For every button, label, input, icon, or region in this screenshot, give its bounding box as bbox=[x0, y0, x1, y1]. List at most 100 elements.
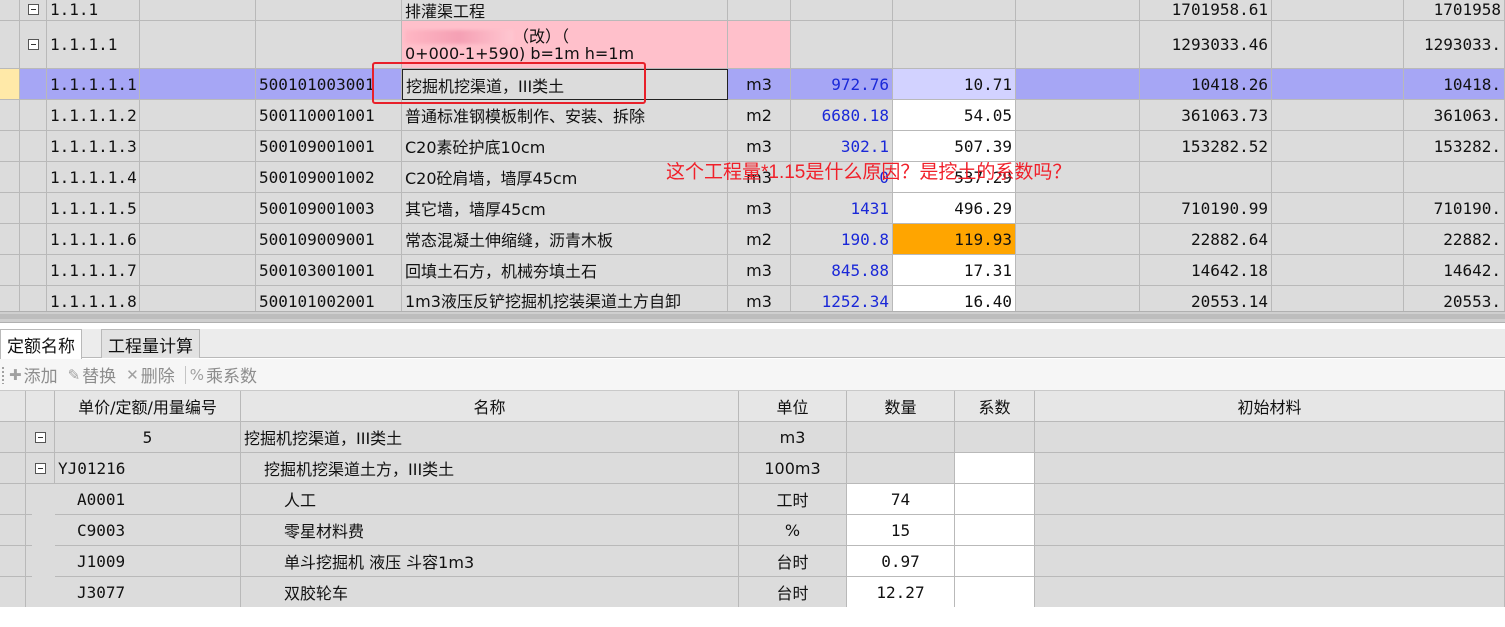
unit-cell[interactable] bbox=[728, 21, 791, 69]
replace-button[interactable]: ✎ 替换 bbox=[68, 362, 117, 388]
total-price-cell-2[interactable]: 710190. bbox=[1404, 193, 1505, 224]
expand-cell[interactable] bbox=[26, 546, 32, 577]
expand-cell[interactable] bbox=[26, 453, 55, 484]
total-price-cell-2[interactable]: 10418. bbox=[1404, 69, 1505, 100]
quota-code-cell[interactable]: YJ01216 bbox=[55, 453, 241, 484]
total-price-cell[interactable]: 710190.99 bbox=[1140, 193, 1272, 224]
initial-material-cell[interactable] bbox=[1035, 422, 1505, 453]
empty-cell[interactable] bbox=[1016, 193, 1140, 224]
expand-cell[interactable] bbox=[20, 100, 47, 131]
expand-cell[interactable] bbox=[26, 515, 32, 546]
panel-splitter[interactable] bbox=[0, 311, 1505, 323]
unit-cell[interactable]: m2 bbox=[728, 100, 791, 131]
empty-cell[interactable] bbox=[1272, 224, 1404, 255]
quota-detail-grid[interactable]: 单价/定额/用量编号 名称 单位 数量 系数 初始材料 5 挖掘机挖渠道，III类土 m3 YJ0… bbox=[0, 391, 1505, 608]
quota-code-cell[interactable]: C9003 bbox=[55, 515, 241, 546]
empty-cell[interactable] bbox=[1016, 286, 1140, 311]
empty-cell[interactable] bbox=[140, 224, 256, 255]
row-header[interactable] bbox=[0, 546, 26, 577]
total-price-cell-2[interactable] bbox=[1404, 162, 1505, 193]
item-code-cell[interactable]: 1.1.1.1.5 bbox=[47, 193, 140, 224]
quota-quantity-cell[interactable]: 15 bbox=[847, 515, 955, 546]
unit-price-cell[interactable]: 16.40 bbox=[893, 286, 1016, 311]
empty-cell[interactable] bbox=[1016, 0, 1140, 21]
empty-cell[interactable] bbox=[1016, 21, 1140, 69]
unit-price-cell[interactable]: 17.31 bbox=[893, 255, 1016, 286]
unit-cell[interactable]: m3 bbox=[728, 286, 791, 311]
empty-cell[interactable] bbox=[1016, 69, 1140, 100]
total-price-cell-2[interactable]: 1701958 bbox=[1404, 0, 1505, 21]
expand-cell[interactable] bbox=[20, 21, 47, 69]
item-name-cell[interactable]: 常态混凝土伸缩缝，沥青木板 bbox=[402, 224, 728, 255]
empty-cell[interactable] bbox=[140, 69, 256, 100]
column-header[interactable]: 数量 bbox=[847, 391, 955, 422]
quota-code-cell[interactable]: J1009 bbox=[55, 546, 241, 577]
quota-name-cell[interactable]: 单斗挖掘机 液压 斗容1m3 bbox=[241, 546, 739, 577]
expand-cell[interactable] bbox=[20, 255, 47, 286]
unit-price-cell[interactable]: 119.93 bbox=[893, 224, 1016, 255]
row-header[interactable] bbox=[0, 193, 20, 224]
row-header[interactable] bbox=[0, 162, 20, 193]
unit-price-cell[interactable]: 10.71 bbox=[893, 69, 1016, 100]
item-code-cell[interactable]: 1.1.1.1.7 bbox=[47, 255, 140, 286]
item-number-cell[interactable]: 500109001002 bbox=[256, 162, 402, 193]
delete-button[interactable]: ✕ 删除 bbox=[126, 362, 175, 388]
empty-cell[interactable] bbox=[1272, 100, 1404, 131]
expand-cell[interactable] bbox=[20, 224, 47, 255]
collapse-icon[interactable] bbox=[34, 462, 46, 474]
quantity-cell[interactable] bbox=[791, 0, 893, 21]
total-price-cell[interactable]: 361063.73 bbox=[1140, 100, 1272, 131]
initial-material-cell[interactable] bbox=[1035, 453, 1505, 484]
item-name-cell[interactable]: 其它墙，墙厚45cm bbox=[402, 193, 728, 224]
row-header[interactable] bbox=[0, 100, 20, 131]
quantity-cell[interactable]: 190.8 bbox=[791, 224, 893, 255]
total-price-cell-2[interactable]: 1293033. bbox=[1404, 21, 1505, 69]
expand-cell[interactable] bbox=[20, 162, 47, 193]
quantity-cell[interactable]: 6680.18 bbox=[791, 100, 893, 131]
expand-cell[interactable] bbox=[26, 422, 55, 453]
initial-material-cell[interactable] bbox=[1035, 577, 1505, 608]
quota-unit-cell[interactable]: 台时 bbox=[739, 546, 847, 577]
empty-cell[interactable] bbox=[1272, 0, 1404, 21]
empty-cell[interactable] bbox=[140, 162, 256, 193]
tab-quota-name[interactable]: 定额名称 bbox=[0, 329, 82, 359]
column-header[interactable]: 初始材料 bbox=[1035, 391, 1505, 422]
quota-code-cell[interactable]: J3077 bbox=[55, 577, 241, 608]
quantity-cell[interactable]: 1252.34 bbox=[791, 286, 893, 311]
item-number-cell[interactable]: 500101002001 bbox=[256, 286, 402, 311]
unit-price-cell[interactable]: 54.05 bbox=[893, 100, 1016, 131]
quota-coefficient-cell[interactable] bbox=[955, 515, 1035, 546]
item-code-cell[interactable]: 1.1.1.1 bbox=[47, 21, 140, 69]
item-name-cell[interactable]: 普通标准钢模板制作、安装、拆除 bbox=[402, 100, 728, 131]
expand-cell[interactable] bbox=[20, 286, 47, 311]
item-name-cell[interactable]: 排灌渠工程 bbox=[402, 0, 728, 21]
empty-cell[interactable] bbox=[140, 21, 256, 69]
row-header[interactable] bbox=[0, 69, 20, 100]
empty-cell[interactable] bbox=[1016, 100, 1140, 131]
item-number-cell[interactable]: 500109001001 bbox=[256, 131, 402, 162]
initial-material-cell[interactable] bbox=[1035, 484, 1505, 515]
total-price-cell-2[interactable]: 14642. bbox=[1404, 255, 1505, 286]
row-header[interactable] bbox=[0, 21, 20, 69]
expand-cell[interactable] bbox=[26, 484, 32, 515]
total-price-cell-2[interactable]: 361063. bbox=[1404, 100, 1505, 131]
bill-row[interactable]: 1.1.1.1.7 500103001001 回填土石方，机械夯填土石 m3 845.8… bbox=[0, 255, 1505, 286]
total-price-cell[interactable]: 1293033.46 bbox=[1140, 21, 1272, 69]
quota-name-cell[interactable]: 零星材料费 bbox=[241, 515, 739, 546]
bill-row[interactable]: 1.1.1.1.6 500109009001 常态混凝土伸缩缝，沥青木板 m2 190.… bbox=[0, 224, 1505, 255]
quota-code-cell[interactable]: A0001 bbox=[55, 484, 241, 515]
bill-row[interactable]: 1.1.1 排灌渠工程 1701958.61 1701958 bbox=[0, 0, 1505, 21]
initial-material-cell[interactable] bbox=[1035, 546, 1505, 577]
bill-row[interactable]: 1.1.1.1 （改）（ 0+000-1+590) b=1m h=1m 1293033… bbox=[0, 21, 1505, 69]
item-number-cell[interactable]: 500109001003 bbox=[256, 193, 402, 224]
row-header[interactable] bbox=[0, 255, 20, 286]
item-number-cell[interactable]: 500110001001 bbox=[256, 100, 402, 131]
row-header[interactable] bbox=[0, 453, 26, 484]
total-price-cell[interactable]: 22882.64 bbox=[1140, 224, 1272, 255]
quota-unit-cell[interactable]: m3 bbox=[739, 422, 847, 453]
quota-row[interactable]: J1009 单斗挖掘机 液压 斗容1m3 台时 0.97 bbox=[0, 546, 1505, 577]
quota-unit-cell[interactable]: % bbox=[739, 515, 847, 546]
empty-cell[interactable] bbox=[1272, 21, 1404, 69]
item-name-cell[interactable]: 回填土石方，机械夯填土石 bbox=[402, 255, 728, 286]
row-header[interactable] bbox=[0, 0, 20, 21]
